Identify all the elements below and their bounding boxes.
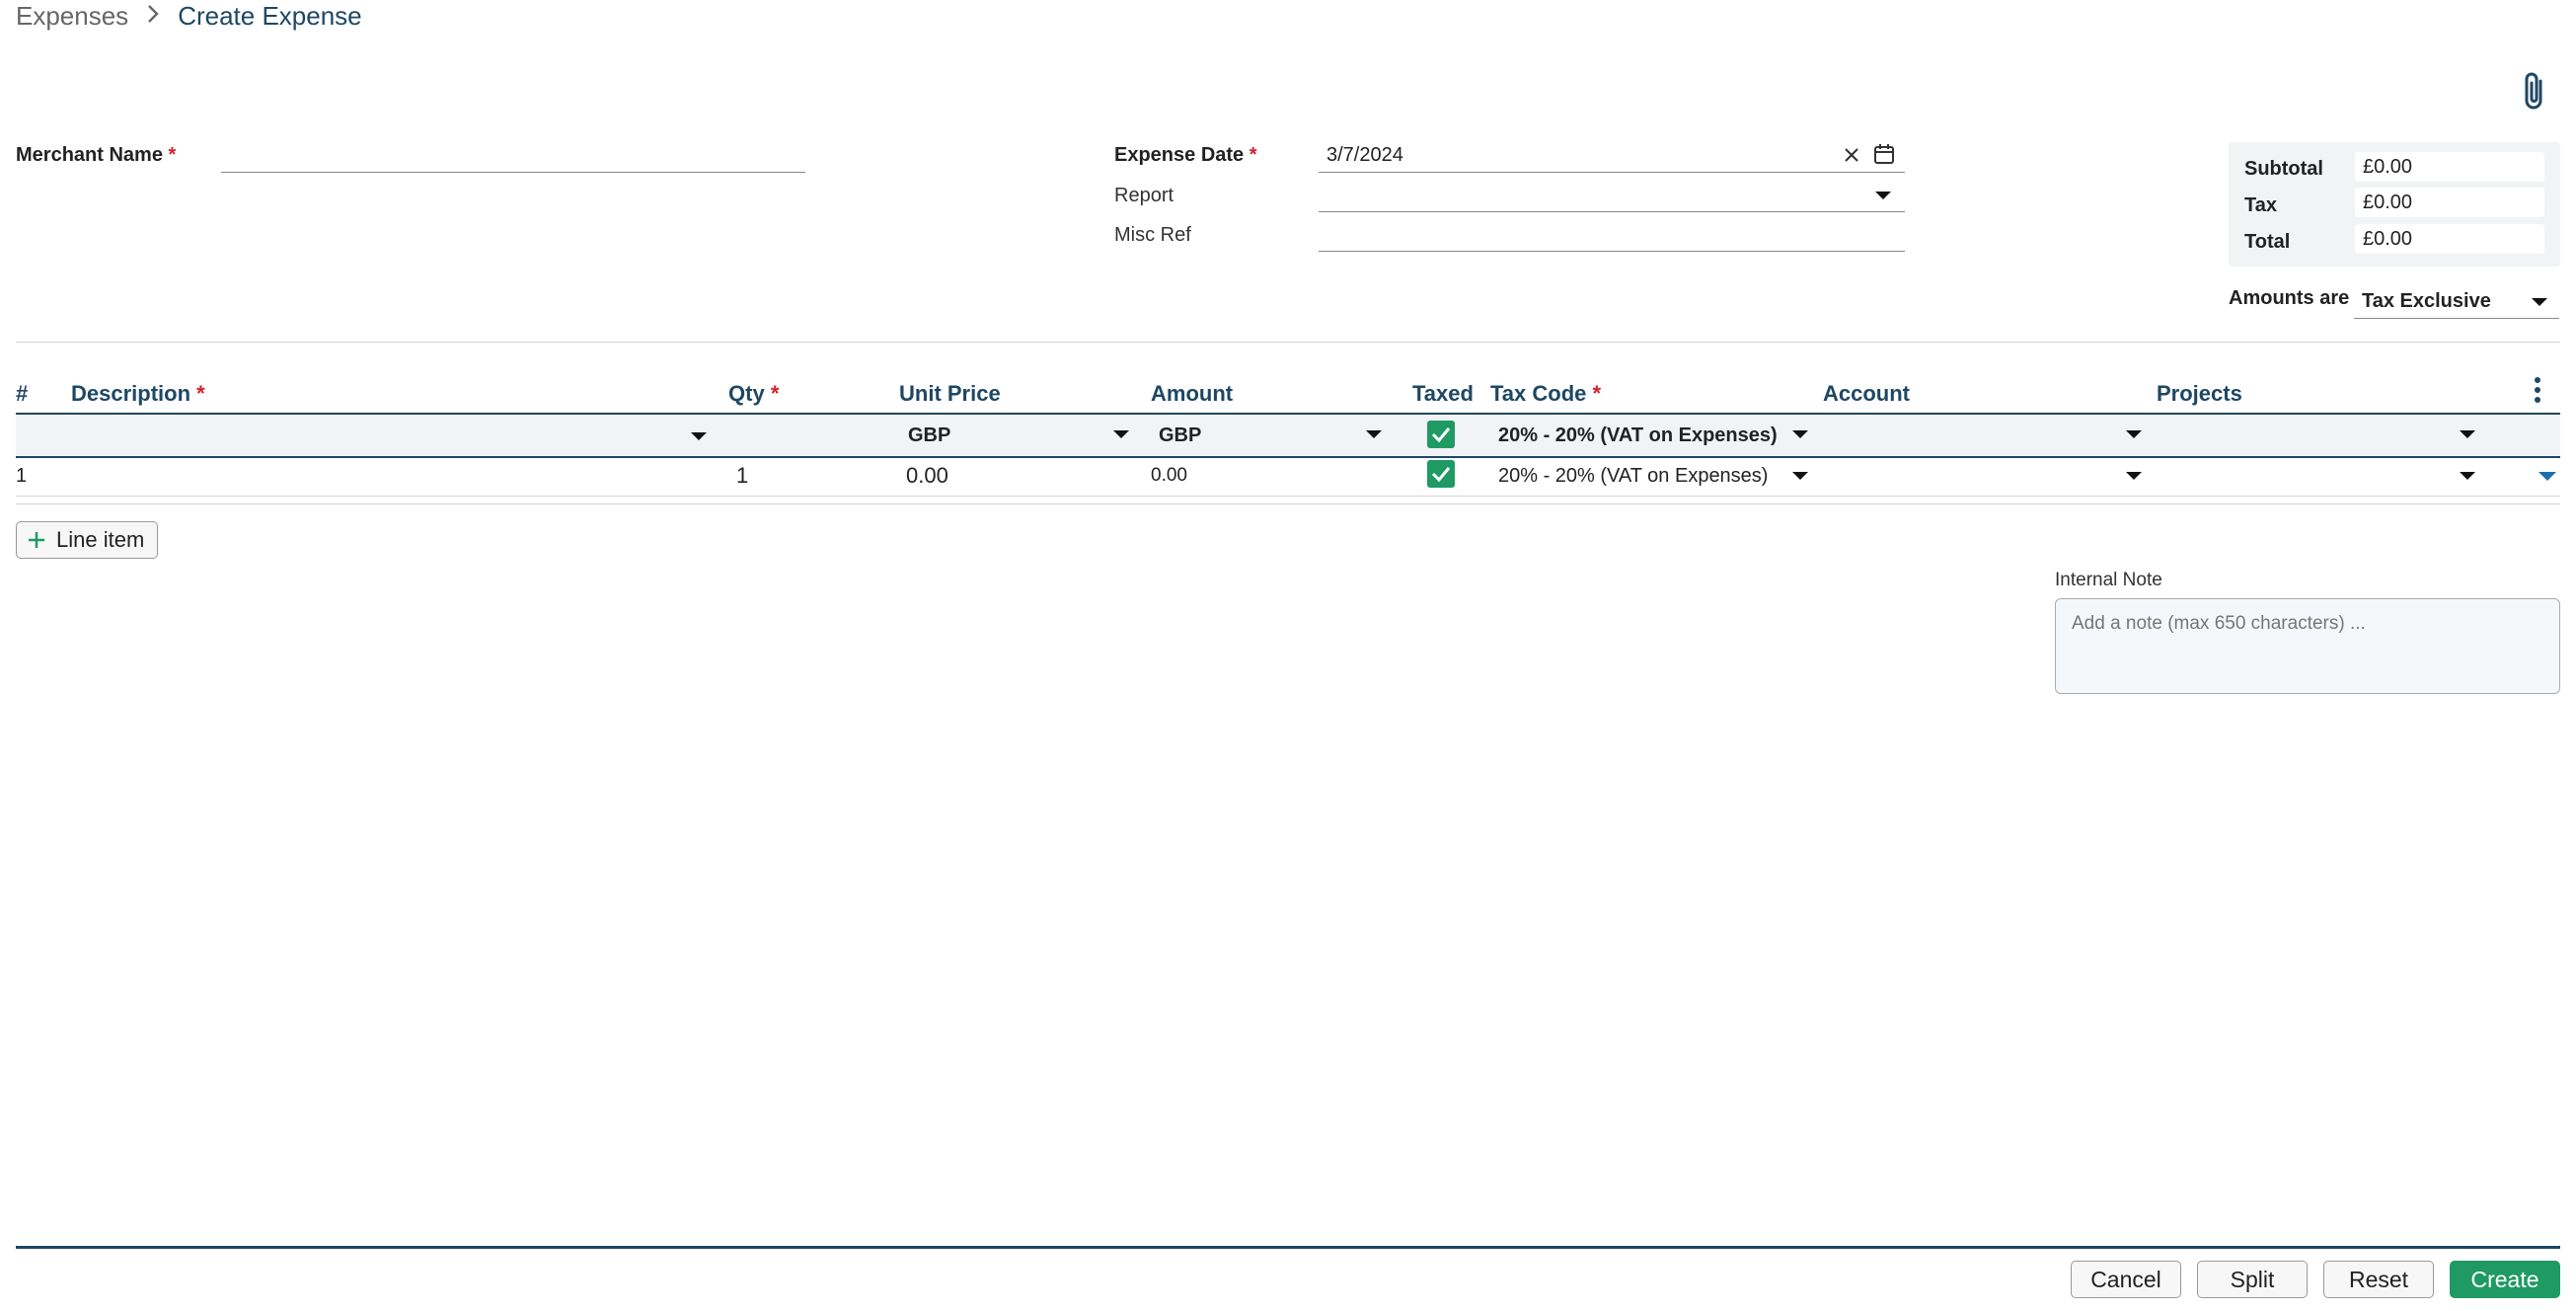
create-button[interactable]: Create [2450, 1261, 2560, 1298]
divider [16, 342, 2560, 343]
chevron-down-icon [2460, 430, 2475, 438]
chevron-down-icon [1792, 430, 1808, 438]
chevron-down-icon [2460, 472, 2475, 480]
col-header-account: Account [1823, 381, 1910, 406]
report-select[interactable] [1319, 178, 1905, 212]
footer-divider [16, 1246, 2560, 1249]
row-taxed-checkbox[interactable] [1427, 460, 1455, 488]
calendar-icon[interactable] [1873, 143, 1895, 170]
tax-label: Tax [2244, 194, 2277, 216]
col-header-description: Description * [71, 381, 205, 406]
divider [16, 503, 2560, 504]
row-tax-code[interactable]: 20% - 20% (VAT on Expenses) [1498, 465, 1768, 488]
totals-panel: Subtotal £0.00 Tax £0.00 Total £0.00 [2229, 142, 2560, 267]
report-label: Report [1114, 185, 1174, 206]
unit-price-currency[interactable]: GBP [908, 424, 950, 447]
misc-ref-label: Misc Ref [1114, 224, 1191, 246]
breadcrumb-expenses-link[interactable]: Expenses [16, 1, 128, 32]
total-value: £0.00 [2355, 224, 2544, 254]
description-default-dropdown[interactable] [691, 432, 707, 440]
plus-icon [27, 530, 46, 550]
chevron-down-icon [1366, 430, 1382, 438]
expense-date-input[interactable]: 3/7/2024 [1319, 138, 1905, 173]
paperclip-icon[interactable] [2515, 69, 2554, 113]
internal-note-textarea[interactable] [2055, 598, 2560, 694]
taxed-default-checkbox[interactable] [1427, 421, 1455, 448]
chevron-down-icon [2532, 298, 2547, 306]
tax-code-default[interactable]: 20% - 20% (VAT on Expenses) [1498, 424, 1778, 447]
col-header-num: # [16, 381, 29, 406]
merchant-name-input[interactable] [221, 138, 805, 173]
more-vertical-icon[interactable] [2533, 375, 2542, 410]
chevron-down-icon [1113, 430, 1129, 438]
clear-icon[interactable] [1842, 145, 1861, 170]
chevron-down-icon [2126, 472, 2142, 480]
tax-value: £0.00 [2355, 188, 2544, 217]
subtotal-value: £0.00 [2355, 152, 2544, 182]
misc-ref-input[interactable] [1319, 217, 1905, 252]
add-line-item-label: Line item [56, 527, 145, 552]
expense-date-value: 3/7/2024 [1326, 144, 1403, 166]
add-line-item-button[interactable]: Line item [16, 521, 158, 559]
row-unit-price[interactable]: 0.00 [906, 463, 948, 489]
amounts-are-select[interactable]: Tax Exclusive [2354, 284, 2559, 319]
col-header-projects: Projects [2157, 381, 2242, 406]
col-header-taxed: Taxed [1412, 381, 1474, 406]
internal-note-label: Internal Note [2055, 570, 2162, 590]
table-row: 1 1 0.00 0.00 20% - 20% (VAT on Expenses… [16, 456, 2560, 497]
chevron-down-icon [1875, 192, 1891, 199]
chevron-down-icon [2126, 430, 2142, 438]
subtotal-label: Subtotal [2244, 158, 2323, 180]
row-amount: 0.00 [1151, 465, 1187, 486]
total-label: Total [2244, 231, 2291, 253]
amounts-are-label: Amounts are [2229, 287, 2350, 309]
reset-button[interactable]: Reset [2323, 1261, 2434, 1298]
defaults-row: GBP GBP 20% - 20% (VAT on Expenses) [16, 413, 2560, 458]
col-header-tax-code: Tax Code * [1490, 381, 1602, 406]
chevron-down-icon [1792, 472, 1808, 480]
row-number: 1 [16, 465, 28, 487]
col-header-unit-price: Unit Price [899, 381, 1001, 406]
breadcrumb: Expenses Create Expense [16, 0, 362, 32]
col-header-amount: Amount [1151, 381, 1234, 406]
row-expand-icon[interactable] [2538, 472, 2556, 481]
row-qty[interactable]: 1 [736, 463, 748, 489]
merchant-name-label: Merchant Name * [16, 144, 177, 166]
page-title: Create Expense [178, 0, 362, 31]
split-button[interactable]: Split [2197, 1261, 2308, 1298]
col-header-qty: Qty * [728, 381, 780, 406]
amounts-are-value: Tax Exclusive [2362, 290, 2491, 312]
expense-date-label: Expense Date * [1114, 144, 1257, 166]
amount-currency[interactable]: GBP [1159, 424, 1201, 447]
chevron-right-icon [146, 1, 160, 32]
cancel-button[interactable]: Cancel [2071, 1261, 2181, 1298]
